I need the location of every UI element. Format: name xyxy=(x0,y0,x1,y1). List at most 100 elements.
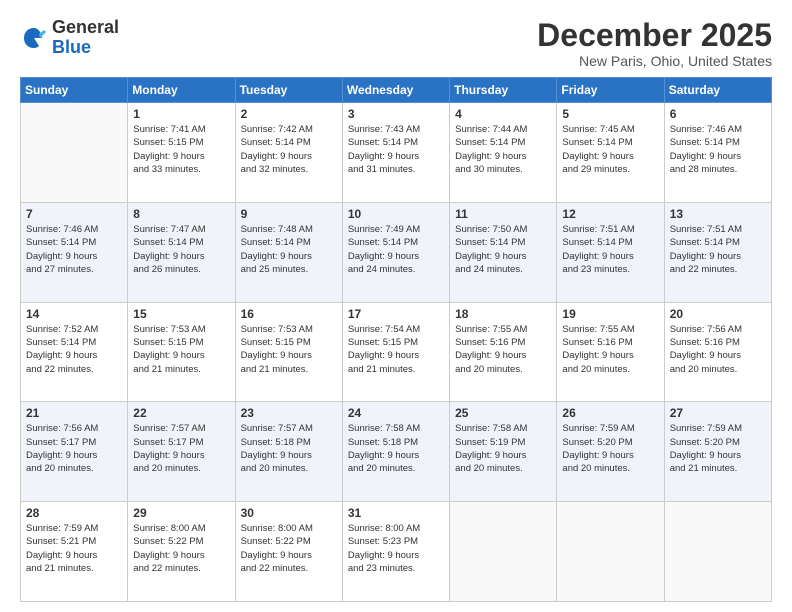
day-number: 3 xyxy=(348,107,444,121)
day-number: 7 xyxy=(26,207,122,221)
day-info: Sunrise: 7:47 AM Sunset: 5:14 PM Dayligh… xyxy=(133,223,229,276)
calendar-week-row: 1Sunrise: 7:41 AM Sunset: 5:15 PM Daylig… xyxy=(21,103,772,203)
day-info: Sunrise: 7:43 AM Sunset: 5:14 PM Dayligh… xyxy=(348,123,444,176)
calendar-cell: 31Sunrise: 8:00 AM Sunset: 5:23 PM Dayli… xyxy=(342,502,449,602)
calendar-cell: 22Sunrise: 7:57 AM Sunset: 5:17 PM Dayli… xyxy=(128,402,235,502)
calendar-cell: 29Sunrise: 8:00 AM Sunset: 5:22 PM Dayli… xyxy=(128,502,235,602)
day-info: Sunrise: 7:59 AM Sunset: 5:21 PM Dayligh… xyxy=(26,522,122,575)
day-info: Sunrise: 7:55 AM Sunset: 5:16 PM Dayligh… xyxy=(455,323,551,376)
day-header-saturday: Saturday xyxy=(664,78,771,103)
calendar-week-row: 21 Sunrise: 7:56 AM Sunset: 5:17 PM Dayli… xyxy=(21,402,772,502)
calendar-cell: 7 Sunrise: 7:46 AM Sunset: 5:14 PM Daylig… xyxy=(21,202,128,302)
calendar-cell: 18 Sunrise: 7:55 AM Sunset: 5:16 PM Dayli… xyxy=(450,302,557,402)
page: General Blue December 2025 New Paris, Oh… xyxy=(0,0,792,612)
day-number: 14 xyxy=(26,307,122,321)
calendar-cell: 28 Sunrise: 7:59 AM Sunset: 5:21 PM Dayli… xyxy=(21,502,128,602)
day-number: 18 xyxy=(455,307,551,321)
day-info: Sunrise: 7:56 AM Sunset: 5:16 PM Dayligh… xyxy=(670,323,766,376)
day-info: Sunrise: 7:57 AM Sunset: 5:17 PM Dayligh… xyxy=(133,422,229,475)
day-number: 21 xyxy=(26,406,122,420)
calendar-cell: 1Sunrise: 7:41 AM Sunset: 5:15 PM Daylig… xyxy=(128,103,235,203)
day-info: Sunrise: 7:59 AM Sunset: 5:20 PM Dayligh… xyxy=(562,422,658,475)
calendar-cell: 30Sunrise: 8:00 AM Sunset: 5:22 PM Dayli… xyxy=(235,502,342,602)
day-number: 19 xyxy=(562,307,658,321)
day-header-sunday: Sunday xyxy=(21,78,128,103)
day-number: 1 xyxy=(133,107,229,121)
calendar-cell: 21 Sunrise: 7:56 AM Sunset: 5:17 PM Dayli… xyxy=(21,402,128,502)
day-info: Sunrise: 7:48 AM Sunset: 5:14 PM Dayligh… xyxy=(241,223,337,276)
calendar-cell: 3 Sunrise: 7:43 AM Sunset: 5:14 PM Daylig… xyxy=(342,103,449,203)
day-number: 5 xyxy=(562,107,658,121)
calendar-cell: 4 Sunrise: 7:44 AM Sunset: 5:14 PM Daylig… xyxy=(450,103,557,203)
calendar-cell xyxy=(557,502,664,602)
day-info: Sunrise: 7:53 AM Sunset: 5:15 PM Dayligh… xyxy=(241,323,337,376)
day-number: 30 xyxy=(241,506,337,520)
calendar-cell: 15 Sunrise: 7:53 AM Sunset: 5:15 PM Dayli… xyxy=(128,302,235,402)
day-info: Sunrise: 7:59 AM Sunset: 5:20 PM Dayligh… xyxy=(670,422,766,475)
day-number: 13 xyxy=(670,207,766,221)
day-number: 8 xyxy=(133,207,229,221)
calendar-cell: 6Sunrise: 7:46 AM Sunset: 5:14 PM Daylig… xyxy=(664,103,771,203)
month-title: December 2025 xyxy=(537,18,772,53)
day-info: Sunrise: 7:53 AM Sunset: 5:15 PM Dayligh… xyxy=(133,323,229,376)
day-header-monday: Monday xyxy=(128,78,235,103)
day-number: 27 xyxy=(670,406,766,420)
day-info: Sunrise: 7:57 AM Sunset: 5:18 PM Dayligh… xyxy=(241,422,337,475)
day-number: 11 xyxy=(455,207,551,221)
day-info: Sunrise: 7:50 AM Sunset: 5:14 PM Dayligh… xyxy=(455,223,551,276)
day-info: Sunrise: 7:44 AM Sunset: 5:14 PM Dayligh… xyxy=(455,123,551,176)
day-info: Sunrise: 7:46 AM Sunset: 5:14 PM Dayligh… xyxy=(26,223,122,276)
calendar-cell: 17Sunrise: 7:54 AM Sunset: 5:15 PM Dayli… xyxy=(342,302,449,402)
day-header-friday: Friday xyxy=(557,78,664,103)
day-info: Sunrise: 7:56 AM Sunset: 5:17 PM Dayligh… xyxy=(26,422,122,475)
day-info: Sunrise: 7:49 AM Sunset: 5:14 PM Dayligh… xyxy=(348,223,444,276)
calendar-cell: 26 Sunrise: 7:59 AM Sunset: 5:20 PM Dayli… xyxy=(557,402,664,502)
location: New Paris, Ohio, United States xyxy=(537,53,772,69)
calendar-cell: 24 Sunrise: 7:58 AM Sunset: 5:18 PM Dayli… xyxy=(342,402,449,502)
day-number: 28 xyxy=(26,506,122,520)
calendar-cell: 20 Sunrise: 7:56 AM Sunset: 5:16 PM Dayli… xyxy=(664,302,771,402)
calendar-cell: 9 Sunrise: 7:48 AM Sunset: 5:14 PM Daylig… xyxy=(235,202,342,302)
title-block: December 2025 New Paris, Ohio, United St… xyxy=(537,18,772,69)
calendar-cell: 13 Sunrise: 7:51 AM Sunset: 5:14 PM Dayli… xyxy=(664,202,771,302)
day-number: 12 xyxy=(562,207,658,221)
day-info: Sunrise: 7:55 AM Sunset: 5:16 PM Dayligh… xyxy=(562,323,658,376)
calendar-cell: 10 Sunrise: 7:49 AM Sunset: 5:14 PM Dayli… xyxy=(342,202,449,302)
logo-blue-text: Blue xyxy=(52,37,91,57)
day-info: Sunrise: 7:51 AM Sunset: 5:14 PM Dayligh… xyxy=(562,223,658,276)
day-header-wednesday: Wednesday xyxy=(342,78,449,103)
day-number: 24 xyxy=(348,406,444,420)
calendar-week-row: 7 Sunrise: 7:46 AM Sunset: 5:14 PM Daylig… xyxy=(21,202,772,302)
day-number: 16 xyxy=(241,307,337,321)
calendar-week-row: 28 Sunrise: 7:59 AM Sunset: 5:21 PM Dayli… xyxy=(21,502,772,602)
day-info: Sunrise: 7:45 AM Sunset: 5:14 PM Dayligh… xyxy=(562,123,658,176)
day-header-tuesday: Tuesday xyxy=(235,78,342,103)
day-number: 4 xyxy=(455,107,551,121)
day-number: 31 xyxy=(348,506,444,520)
calendar-cell: 2Sunrise: 7:42 AM Sunset: 5:14 PM Daylig… xyxy=(235,103,342,203)
day-number: 15 xyxy=(133,307,229,321)
day-number: 9 xyxy=(241,207,337,221)
calendar-cell xyxy=(664,502,771,602)
day-info: Sunrise: 7:58 AM Sunset: 5:19 PM Dayligh… xyxy=(455,422,551,475)
calendar-cell xyxy=(21,103,128,203)
day-info: Sunrise: 7:51 AM Sunset: 5:14 PM Dayligh… xyxy=(670,223,766,276)
day-number: 10 xyxy=(348,207,444,221)
day-info: Sunrise: 7:58 AM Sunset: 5:18 PM Dayligh… xyxy=(348,422,444,475)
calendar-cell xyxy=(450,502,557,602)
day-number: 2 xyxy=(241,107,337,121)
calendar-cell: 8 Sunrise: 7:47 AM Sunset: 5:14 PM Daylig… xyxy=(128,202,235,302)
logo-text: General Blue xyxy=(52,18,119,58)
calendar-cell: 5 Sunrise: 7:45 AM Sunset: 5:14 PM Daylig… xyxy=(557,103,664,203)
day-number: 29 xyxy=(133,506,229,520)
logo: General Blue xyxy=(20,18,119,58)
day-number: 26 xyxy=(562,406,658,420)
day-number: 17 xyxy=(348,307,444,321)
calendar-cell: 16 Sunrise: 7:53 AM Sunset: 5:15 PM Dayli… xyxy=(235,302,342,402)
calendar-cell: 11 Sunrise: 7:50 AM Sunset: 5:14 PM Dayli… xyxy=(450,202,557,302)
day-number: 20 xyxy=(670,307,766,321)
calendar-header-row: SundayMondayTuesdayWednesdayThursdayFrid… xyxy=(21,78,772,103)
day-info: Sunrise: 7:52 AM Sunset: 5:14 PM Dayligh… xyxy=(26,323,122,376)
calendar-table: SundayMondayTuesdayWednesdayThursdayFrid… xyxy=(20,77,772,602)
logo-general-text: General xyxy=(52,17,119,37)
